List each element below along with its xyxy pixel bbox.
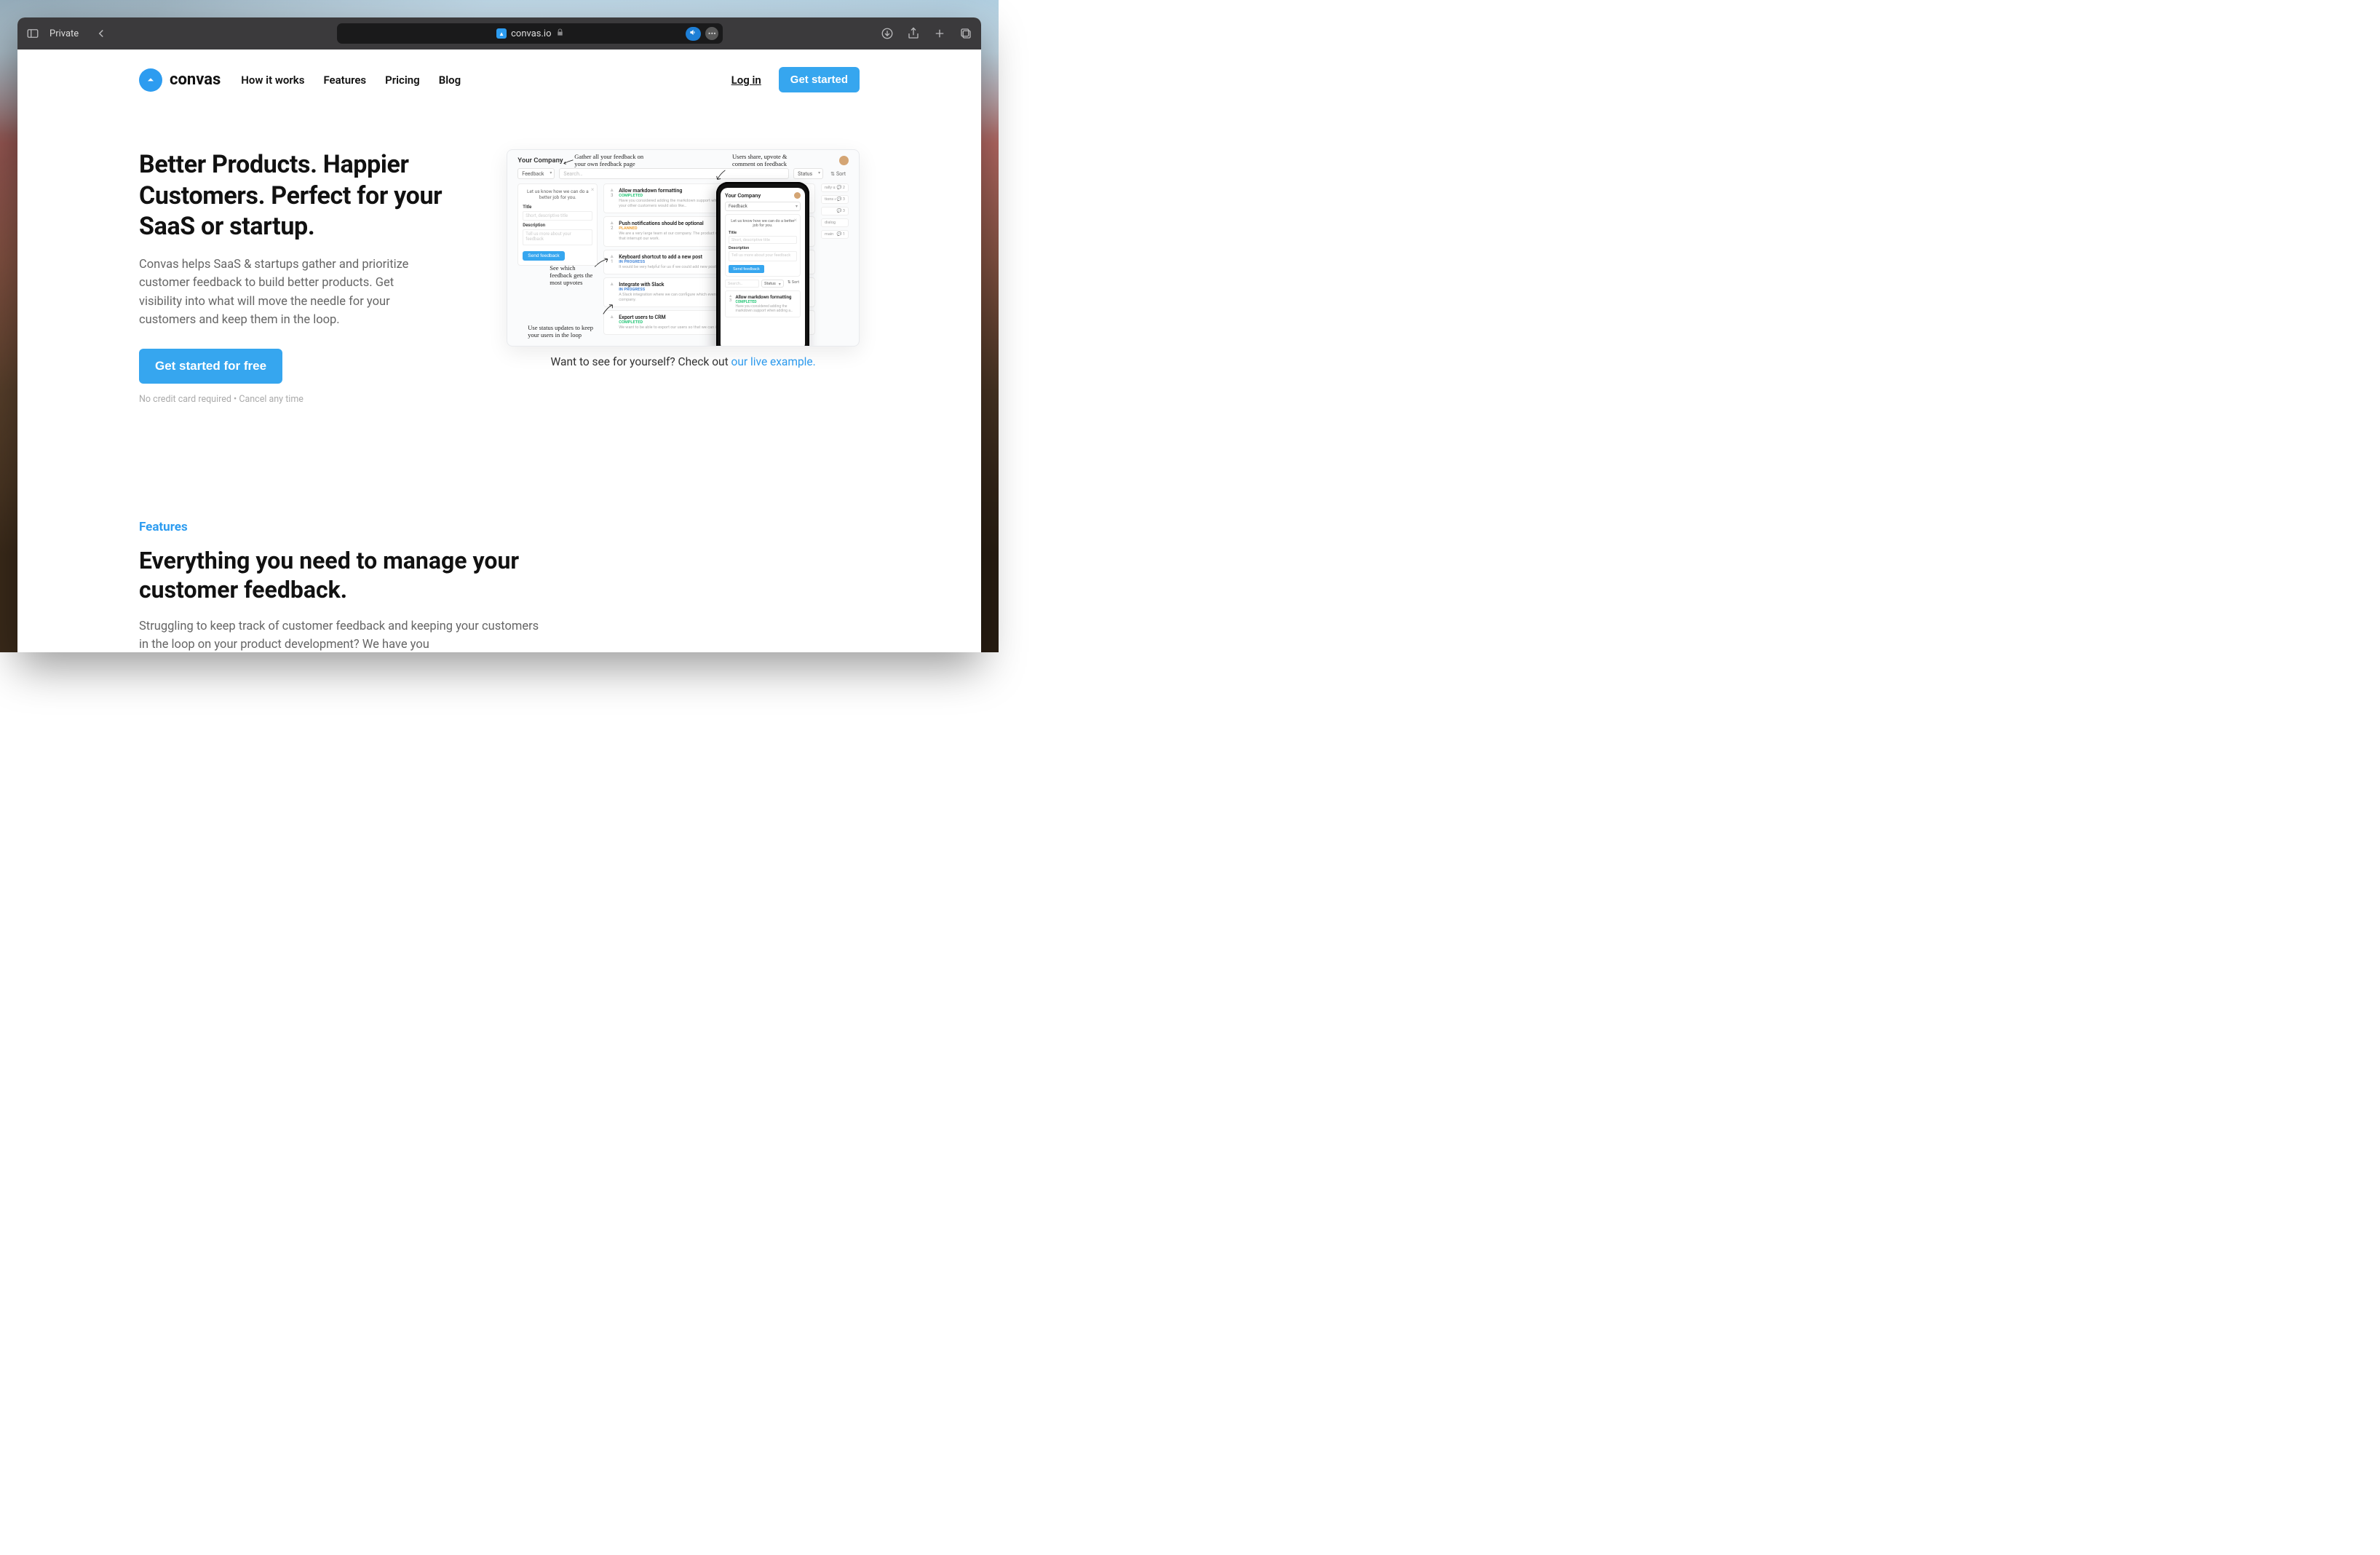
nav-pricing[interactable]: Pricing [385,74,420,87]
phone-mockup: Your Company Feedback × Let us know how … [716,182,809,347]
close-icon: × [794,217,797,223]
nav-features[interactable]: Features [323,74,366,87]
mock-side-pill: rally used by tech💬 2 [821,183,849,192]
sidebar-toggle-icon[interactable] [26,27,39,40]
features-tag: Features [139,520,547,534]
logo[interactable]: convas [139,68,221,92]
page-settings-icon[interactable]: ••• [705,27,718,40]
share-icon[interactable] [907,27,920,40]
mock-sort: ⇅ Sort [828,170,849,178]
hero-title: Better Products. Happier Customers. Perf… [139,149,477,242]
upvote-icon: ▲2 [609,221,614,242]
avatar [794,192,801,199]
mock-input-title: Short, descriptive title [523,211,592,221]
hero-screenshot: Gather all your feedback on your own fee… [507,149,860,368]
phone-submit: Send feedback [729,265,764,273]
phone-input-title: Short, descriptive title [729,236,797,244]
mock-input-desc: Tell us more about your feedback [523,229,592,245]
phone-search: Search… [725,280,759,288]
product-mockup: Gather all your feedback on your own fee… [507,149,860,347]
lock-icon [556,28,564,39]
phone-card-votes: 3 [729,298,731,303]
mock-search: Search… [559,168,789,179]
page-viewport: convas How it works Features Pricing Blo… [17,50,981,652]
login-link[interactable]: Log in [731,74,761,87]
hero-subtitle: Convas helps SaaS & startups gather and … [139,256,430,330]
mock-side-column: rally used by tech💬 2 tions are sent as💬 … [821,183,849,239]
logo-text: convas [170,71,221,89]
phone-form-hint: Let us know how we can do a better job f… [729,218,797,231]
mock-side-pill: dialog [821,218,849,227]
mock-status-select: Status [793,168,823,179]
phone-card-desc: Have you considered adding the markdown … [735,304,797,314]
live-example-text: Want to see for yourself? Check out our … [551,355,816,368]
get-started-button[interactable]: Get started [779,67,860,92]
address-bar-domain: convas.io [511,28,551,39]
logo-mark [139,68,162,92]
site-header: convas How it works Features Pricing Blo… [139,50,860,92]
site-favicon: ▲ [496,28,507,39]
mock-label-desc: Description [523,223,592,228]
hero: Better Products. Happier Customers. Perf… [139,92,860,405]
phone-form: × Let us know how we can do a better job… [725,214,801,277]
address-bar[interactable]: ▲ convas.io ••• [337,23,723,44]
main-nav: How it works Features Pricing Blog [241,74,461,87]
phone-status: Status [761,280,784,288]
phone-label-title: Title [729,231,797,235]
close-icon: × [591,186,594,193]
private-browsing-label: Private [49,28,79,39]
features-body: Struggling to keep track of customer fee… [139,617,547,652]
upvote-icon: ▲ [609,282,614,303]
live-example-link[interactable]: our live example. [731,355,816,368]
features-title: Everything you need to manage your custo… [139,546,547,604]
upvote-icon: ▲3 [609,188,614,209]
upvote-icon: ▲1 [609,254,614,270]
tab-overview-icon[interactable] [959,27,972,40]
mock-submit: Send feedback [523,251,564,261]
hero-fine-print: No credit card required • Cancel any tim… [139,394,477,405]
new-tab-icon[interactable] [933,27,946,40]
phone-input-desc: Tell us more about your feedback [729,251,797,261]
phone-sort: ⇅ Sort [786,280,801,288]
mock-form-hint: Let us know how we can do a better job f… [523,189,592,201]
phone-company: Your Company [725,192,761,199]
phone-label-desc: Description [729,246,797,250]
phone-board-select: Feedback [725,202,801,211]
nav-blog[interactable]: Blog [439,74,461,87]
phone-card-title: Allow markdown formatting [735,294,797,300]
mock-side-pill: 💬 3 [821,207,849,215]
mock-label-title: Title [523,205,592,210]
mock-feedback-form: × Let us know how we can do a better job… [517,183,598,266]
mock-board-select: Feedback [517,168,555,179]
mock-side-pill: main💬 1 [821,230,849,239]
get-started-free-button[interactable]: Get started for free [139,349,282,384]
browser-toolbar: Private ▲ convas.io ••• [17,17,981,50]
features-section: Features Everything you need to manage y… [139,520,547,652]
mock-company-title: Your Company [517,157,563,165]
avatar [839,156,849,165]
nav-how-it-works[interactable]: How it works [241,74,304,87]
mock-side-pill: tions are sent as💬 3 [821,195,849,204]
browser-window: Private ▲ convas.io ••• [17,17,981,652]
back-button[interactable] [95,27,108,40]
downloads-icon[interactable] [881,27,894,40]
sound-icon[interactable] [686,27,701,41]
